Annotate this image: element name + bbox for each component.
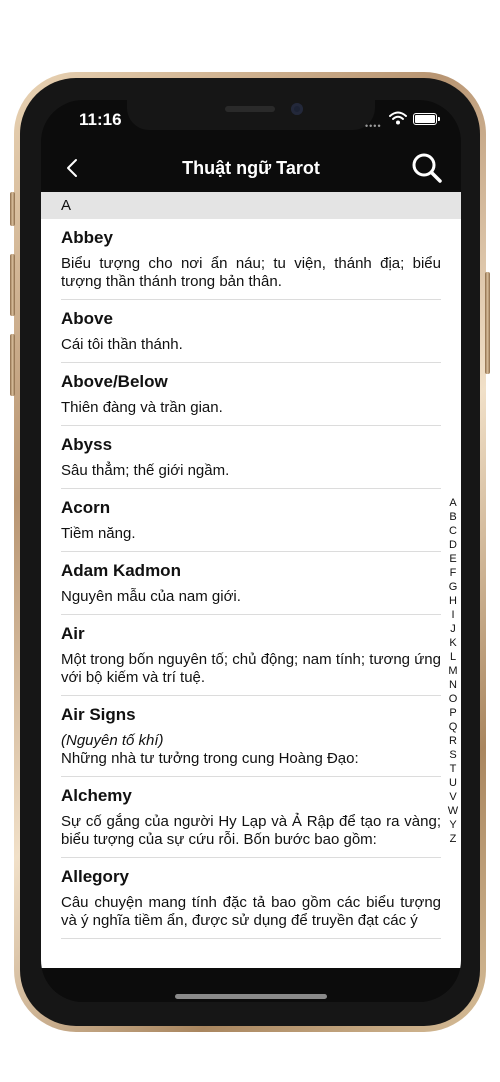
volume-up-button bbox=[10, 254, 15, 316]
list-item[interactable]: Above/Below Thiên đàng và trần gian. bbox=[61, 363, 441, 426]
term-definition: Biểu tượng cho nơi ẩn náu; tu viện, thán… bbox=[61, 255, 441, 290]
index-letter[interactable]: L bbox=[446, 650, 460, 664]
search-icon[interactable] bbox=[411, 152, 443, 184]
index-letter[interactable]: B bbox=[446, 510, 460, 524]
index-letter[interactable]: O bbox=[446, 692, 460, 706]
index-letter[interactable]: S bbox=[446, 748, 460, 762]
term-definition: Thiên đàng và trần gian. bbox=[61, 399, 223, 416]
term-definition: Sự cố gắng của người Hy Lạp và Ả Rập để … bbox=[61, 813, 441, 848]
section-header: A bbox=[41, 192, 461, 219]
status-bar: 11:16 •••• bbox=[41, 100, 461, 144]
term-title: Above bbox=[61, 309, 113, 328]
index-letter[interactable]: C bbox=[446, 524, 460, 538]
term-definition: Tiềm năng. bbox=[61, 525, 136, 542]
term-subtitle: (Nguyên tố khí) bbox=[61, 732, 164, 749]
index-letter[interactable]: J bbox=[446, 622, 460, 636]
index-letter[interactable]: E bbox=[446, 552, 460, 566]
index-letter[interactable]: P bbox=[446, 706, 460, 720]
screen: 11:16 •••• Thuật ngữ Tarot A Abbey Biểu … bbox=[41, 100, 461, 1002]
index-letter[interactable]: I bbox=[446, 608, 460, 622]
index-letter[interactable]: K bbox=[446, 636, 460, 650]
mute-switch bbox=[10, 192, 15, 226]
index-letter[interactable]: A bbox=[446, 496, 460, 510]
index-letter[interactable]: D bbox=[446, 538, 460, 552]
term-title: Air bbox=[61, 624, 85, 643]
index-letter[interactable]: W bbox=[446, 804, 460, 818]
battery-icon bbox=[413, 113, 440, 125]
home-indicator-area bbox=[41, 968, 461, 1002]
volume-down-button bbox=[10, 334, 15, 396]
index-letter[interactable]: F bbox=[446, 566, 460, 580]
list-item[interactable]: Abbey Biểu tượng cho nơi ẩn náu; tu viện… bbox=[61, 219, 441, 300]
term-title: Above/Below bbox=[61, 372, 168, 391]
index-letter[interactable]: Y bbox=[446, 818, 460, 832]
index-letter[interactable]: N bbox=[446, 678, 460, 692]
term-definition: Nguyên mẫu của nam giới. bbox=[61, 588, 241, 605]
term-definition: Một trong bốn nguyên tố; chủ động; nam t… bbox=[61, 651, 441, 686]
list-item[interactable]: Air Một trong bốn nguyên tố; chủ động; n… bbox=[61, 615, 441, 696]
glossary-list: A Abbey Biểu tượng cho nơi ẩn náu; tu vi… bbox=[41, 192, 461, 968]
list-item[interactable]: Acorn Tiềm năng. bbox=[61, 489, 441, 552]
term-definition: Những nhà tư tưởng trong cung Hoàng Đạo: bbox=[61, 750, 359, 767]
nav-bar: Thuật ngữ Tarot bbox=[41, 144, 461, 192]
section-index[interactable]: A B C D E F G H I J K L M N O P Q R S T … bbox=[446, 496, 460, 846]
term-title: Abbey bbox=[61, 228, 113, 247]
index-letter[interactable]: V bbox=[446, 790, 460, 804]
term-title: Air Signs bbox=[61, 705, 136, 724]
term-definition: Cái tôi thần thánh. bbox=[61, 336, 183, 353]
term-definition: Câu chuyện mang tính đặc tả bao gồm các … bbox=[61, 894, 441, 929]
index-letter[interactable]: T bbox=[446, 762, 460, 776]
index-letter[interactable]: U bbox=[446, 776, 460, 790]
term-title: Abyss bbox=[61, 435, 113, 454]
list-item[interactable]: Allegory Câu chuyện mang tính đặc tả bao… bbox=[61, 858, 441, 939]
term-definition: Sâu thẳm; thế giới ngầm. bbox=[61, 462, 230, 479]
list-item[interactable]: Air Signs (Nguyên tố khí) Những nhà tư t… bbox=[61, 696, 441, 777]
index-letter[interactable]: G bbox=[446, 580, 460, 594]
home-indicator[interactable] bbox=[175, 994, 327, 999]
list-item[interactable]: Alchemy Sự cố gắng của người Hy Lạp và Ả… bbox=[61, 777, 441, 858]
term-title: Alchemy bbox=[61, 786, 132, 805]
term-title: Acorn bbox=[61, 498, 111, 517]
index-letter[interactable]: H bbox=[446, 594, 460, 608]
power-button bbox=[485, 272, 490, 374]
status-time: 11:16 bbox=[79, 110, 122, 129]
term-title: Allegory bbox=[61, 867, 130, 886]
term-title: Adam Kadmon bbox=[61, 561, 181, 580]
index-letter[interactable]: R bbox=[446, 734, 460, 748]
page-title: Thuật ngữ Tarot bbox=[182, 158, 320, 178]
wifi-icon bbox=[389, 111, 407, 125]
list-item[interactable]: Above Cái tôi thần thánh. bbox=[61, 300, 441, 363]
list-item[interactable]: Adam Kadmon Nguyên mẫu của nam giới. bbox=[61, 552, 441, 615]
index-letter[interactable]: M bbox=[446, 664, 460, 678]
signal-icon: •••• bbox=[365, 121, 382, 131]
index-letter[interactable]: Z bbox=[446, 832, 460, 846]
index-letter[interactable]: Q bbox=[446, 720, 460, 734]
list-item[interactable]: Abyss Sâu thẳm; thế giới ngầm. bbox=[61, 426, 441, 489]
